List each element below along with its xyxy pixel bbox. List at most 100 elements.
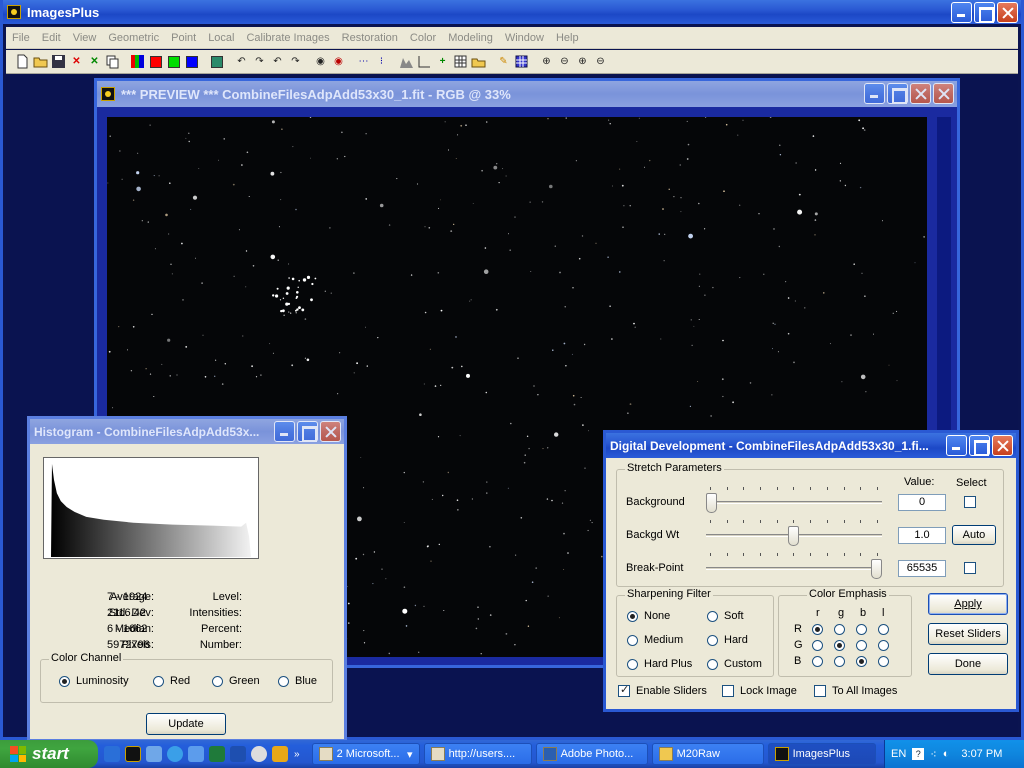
circle-dot-icon[interactable]: ◉ xyxy=(312,53,329,70)
background-slider[interactable] xyxy=(706,485,882,515)
backgd-wt-slider[interactable] xyxy=(706,518,882,548)
levels-icon[interactable] xyxy=(416,53,433,70)
preview-title-bar[interactable]: *** PREVIEW *** CombineFilesAdpAdd53x30_… xyxy=(97,81,957,107)
crosshair-icon[interactable]: + xyxy=(434,53,451,70)
enable-sliders-checkbox[interactable] xyxy=(618,683,630,697)
task-m20raw[interactable]: M20Raw xyxy=(651,743,764,765)
circle-red-icon[interactable]: ◉ xyxy=(330,53,347,70)
zoom-fit-icon[interactable]: ⊕ xyxy=(574,53,591,70)
redo-icon[interactable]: ↷ xyxy=(251,53,268,70)
radio-sharpen-soft[interactable]: Soft xyxy=(707,610,744,622)
red-channel-icon[interactable] xyxy=(147,53,164,70)
histogram-plot[interactable] xyxy=(43,457,259,559)
preview-outer-close-button[interactable] xyxy=(933,83,954,104)
radio-sharpen-hard-plus[interactable]: Hard Plus xyxy=(627,658,692,670)
open-folder-icon[interactable] xyxy=(32,53,49,70)
preview-maximize-button[interactable] xyxy=(887,83,908,104)
radio-sharpen-medium-dot[interactable] xyxy=(627,634,638,646)
dotted-select-icon[interactable]: ⁝ xyxy=(373,53,390,70)
radio-sharpen-hard-plus-dot[interactable] xyxy=(627,658,638,670)
menu-file[interactable]: File xyxy=(12,32,30,44)
menu-calibrate-images[interactable]: Calibrate Images xyxy=(246,32,329,44)
radio-green[interactable]: Green xyxy=(212,675,260,687)
task-imagesplus[interactable]: ImagesPlus xyxy=(767,743,876,765)
color-emphasis-radio-r-b[interactable] xyxy=(856,624,867,635)
volume-tray-icon[interactable]: ◐ xyxy=(943,748,950,760)
network-tray-icon[interactable]: ⁖ xyxy=(930,748,936,761)
break-point-select-checkbox[interactable] xyxy=(964,562,976,574)
zoom-actual-icon[interactable]: ⊖ xyxy=(592,53,609,70)
language-indicator[interactable]: EN xyxy=(891,748,906,760)
radio-blue-dot[interactable] xyxy=(278,675,289,687)
table-icon[interactable] xyxy=(513,53,530,70)
histogram-minimize-button[interactable] xyxy=(274,421,295,442)
menu-view[interactable]: View xyxy=(73,32,97,44)
menu-point[interactable]: Point xyxy=(171,32,196,44)
save-icon[interactable] xyxy=(50,53,67,70)
menu-color[interactable]: Color xyxy=(410,32,436,44)
color-emphasis-radio-r-r[interactable] xyxy=(812,624,823,635)
color-emphasis-radio-g-b[interactable] xyxy=(856,640,867,651)
rgb-channels-icon[interactable] xyxy=(129,53,146,70)
quicklaunch-imagesplus-icon[interactable] xyxy=(125,746,141,762)
quicklaunch-ie-icon[interactable] xyxy=(167,746,183,762)
radio-sharpen-none[interactable]: None xyxy=(627,610,670,622)
histogram-close-button[interactable] xyxy=(320,421,341,442)
radio-sharpen-custom[interactable]: Custom xyxy=(707,658,762,670)
quicklaunch-browser-icon[interactable] xyxy=(104,746,120,762)
backgd-wt-slider-thumb[interactable] xyxy=(788,526,799,546)
ddev-minimize-button[interactable] xyxy=(946,435,967,456)
color-emphasis-radio-b-b[interactable] xyxy=(856,656,867,667)
undo-all-icon[interactable]: ↶ xyxy=(269,53,286,70)
background-select-checkbox[interactable] xyxy=(964,496,976,508)
pencil-icon[interactable]: ✎ xyxy=(495,53,512,70)
quicklaunch-explorer-icon[interactable] xyxy=(188,746,204,762)
radio-sharpen-hard[interactable]: Hard xyxy=(707,634,748,646)
radio-luminosity-dot[interactable] xyxy=(59,675,70,687)
radio-red[interactable]: Red xyxy=(153,675,190,687)
radio-sharpen-hard-dot[interactable] xyxy=(707,634,718,646)
clock[interactable]: 3:07 PM xyxy=(961,748,1002,760)
done-button[interactable]: Done xyxy=(928,653,1008,675)
background-value-field[interactable]: 0 xyxy=(898,494,946,511)
quicklaunch-overflow-icon[interactable]: » xyxy=(294,749,300,760)
grid-icon[interactable] xyxy=(452,53,469,70)
task-photoshop[interactable]: Adobe Photo... xyxy=(535,743,648,765)
radio-sharpen-none-dot[interactable] xyxy=(627,610,638,622)
color-emphasis-radio-g-r[interactable] xyxy=(812,640,823,651)
zoom-out-icon[interactable]: ⊖ xyxy=(556,53,573,70)
calculator-icon[interactable] xyxy=(208,53,225,70)
maximize-button[interactable] xyxy=(974,2,995,23)
preview-minimize-button[interactable] xyxy=(864,83,885,104)
color-emphasis-radio-b-r[interactable] xyxy=(812,656,823,667)
radio-sharpen-custom-dot[interactable] xyxy=(707,658,718,670)
radio-luminosity[interactable]: Luminosity xyxy=(59,675,129,687)
menu-local[interactable]: Local xyxy=(208,32,234,44)
color-emphasis-radio-g-l[interactable] xyxy=(878,640,889,651)
task-browser[interactable]: http://users.... xyxy=(423,743,532,765)
blue-channel-icon[interactable] xyxy=(183,53,200,70)
break-point-slider-thumb[interactable] xyxy=(871,559,882,579)
histogram-icon[interactable] xyxy=(398,53,415,70)
break-point-slider[interactable] xyxy=(706,551,882,581)
minimize-button[interactable] xyxy=(951,2,972,23)
histogram-title-bar[interactable]: Histogram - CombineFilesAdpAdd53x... xyxy=(30,419,344,444)
ddev-title-bar[interactable]: Digital Development - CombineFilesAdpAdd… xyxy=(606,433,1016,458)
help-tray-icon[interactable]: ? xyxy=(912,748,925,760)
auto-button[interactable]: Auto xyxy=(952,525,996,545)
quicklaunch-excel-icon[interactable] xyxy=(209,746,225,762)
to-all-images-checkbox[interactable] xyxy=(814,685,826,697)
close-red-x-icon[interactable]: ✕ xyxy=(68,53,85,70)
undo-icon[interactable]: ↶ xyxy=(233,53,250,70)
menu-help[interactable]: Help xyxy=(556,32,579,44)
color-emphasis-radio-r-l[interactable] xyxy=(878,624,889,635)
zoom-in-icon[interactable]: ⊕ xyxy=(538,53,555,70)
task-microsoft[interactable]: 2 Microsoft... ▾ xyxy=(311,743,420,765)
menu-restoration[interactable]: Restoration xyxy=(342,32,398,44)
copy-icon[interactable] xyxy=(104,53,121,70)
main-title-bar[interactable]: ImagesPlus xyxy=(3,0,1021,24)
color-emphasis-radio-b-l[interactable] xyxy=(878,656,889,667)
reset-sliders-button[interactable]: Reset Sliders xyxy=(928,623,1008,645)
background-slider-thumb[interactable] xyxy=(706,493,717,513)
imagesplus-app-icon[interactable] xyxy=(7,5,21,19)
